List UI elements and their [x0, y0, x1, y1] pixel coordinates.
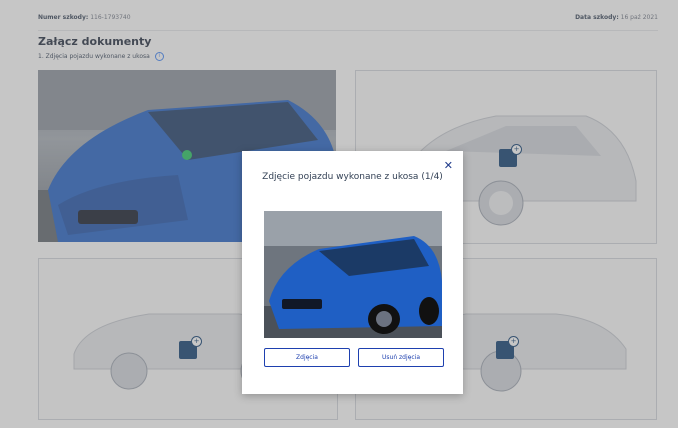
- modal-title: Zdjęcie pojazdu wykonane z ukosa (1/4): [262, 172, 443, 182]
- modal-car-photo: [264, 211, 442, 338]
- retake-photo-button[interactable]: Zdjęcia: [264, 348, 350, 367]
- close-icon[interactable]: ✕: [444, 159, 453, 172]
- delete-photo-button[interactable]: Usuń zdjęcia: [358, 348, 444, 367]
- modal-car-photo-drawing: [264, 211, 442, 338]
- photo-preview-modal: ✕ Zdjęcie pojazdu wykonane z ukosa (1/4)…: [242, 151, 463, 394]
